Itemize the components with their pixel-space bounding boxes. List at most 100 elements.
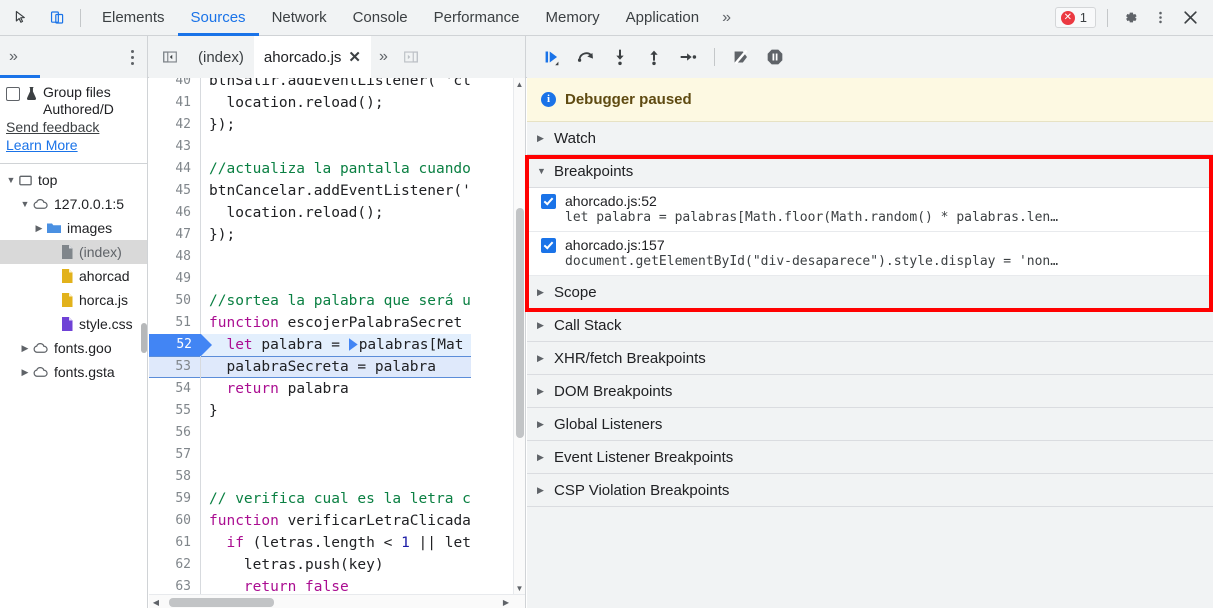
section-xhr-fetch-breakpoints[interactable]: ▶ XHR/fetch Breakpoints (527, 342, 1213, 375)
chevron-right-icon[interactable]: ▶ (537, 452, 546, 463)
inspect-element-icon[interactable] (6, 4, 36, 32)
chevron-right-icon[interactable]: ▶ (18, 343, 32, 354)
show-debugger-icon[interactable] (402, 48, 420, 66)
code-line[interactable]: 41 location.reload(); (149, 92, 471, 114)
line-number-gutter[interactable]: 57 (149, 444, 201, 466)
editor-vertical-scrollbar[interactable]: ▲ ▼ (513, 78, 525, 594)
step-into-icon[interactable] (605, 42, 635, 72)
code-line[interactable]: 54 return palabra (149, 378, 471, 400)
chevron-down-icon[interactable]: ▼ (18, 199, 32, 209)
code-line[interactable]: 55} (149, 400, 471, 422)
section-scope[interactable]: ▶ Scope (527, 276, 1213, 309)
breakpoint-item[interactable]: ahorcado.js:52 let palabra = palabras[Ma… (527, 188, 1213, 232)
chevron-right-icon[interactable]: ▶ (537, 353, 546, 364)
code-line[interactable]: 46 location.reload(); (149, 202, 471, 224)
code-line[interactable]: 50 //sortea la palabra que será u (149, 290, 471, 312)
tab-memory[interactable]: Memory (533, 0, 613, 36)
breakpoint-checkbox[interactable] (541, 193, 556, 209)
close-icon[interactable] (1175, 3, 1205, 33)
line-number-gutter[interactable]: 62 (149, 554, 201, 576)
vertical-scroll-thumb[interactable] (516, 208, 524, 438)
code-line[interactable]: 47}); (149, 224, 471, 246)
close-icon[interactable]: ✕ (348, 48, 361, 66)
tree-item-top[interactable]: ▼ top (0, 168, 147, 192)
code-line[interactable]: 60 function verificarLetraClicada (149, 510, 471, 532)
code-line[interactable]: 52 let palabra = palabras[Mat (149, 334, 471, 356)
send-feedback-link[interactable]: Send feedback (0, 118, 147, 136)
step-out-icon[interactable] (639, 42, 669, 72)
resume-icon[interactable] (537, 42, 567, 72)
chevron-right-icon[interactable]: ▶ (537, 287, 546, 298)
chevron-right-icon[interactable]: ▶ (537, 485, 546, 496)
tree-item-style-css[interactable]: style.css (0, 312, 147, 336)
section-global-listeners[interactable]: ▶ Global Listeners (527, 408, 1213, 441)
code-line[interactable]: 57 (149, 444, 471, 466)
line-number-gutter[interactable]: 55 (149, 400, 201, 422)
tree-item-index[interactable]: (index) (0, 240, 147, 264)
section-watch[interactable]: ▶ Watch (527, 122, 1213, 155)
learn-more-link[interactable]: Learn More (0, 136, 147, 154)
tab-performance[interactable]: Performance (421, 0, 533, 36)
file-tab-ahorcado-js[interactable]: ahorcado.js ✕ (253, 36, 371, 78)
line-number-gutter[interactable]: 41 (149, 92, 201, 114)
file-tabs-overflow-button[interactable]: » (371, 48, 396, 66)
code-line[interactable]: 61 if (letras.length < 1 || let (149, 532, 471, 554)
chevron-right-icon[interactable]: ▶ (537, 133, 546, 144)
line-number-gutter[interactable]: 43 (149, 136, 201, 158)
deactivate-breakpoints-icon[interactable] (726, 42, 756, 72)
line-number-gutter[interactable]: 51 (149, 312, 201, 334)
chevron-right-icon[interactable]: ▶ (537, 419, 546, 430)
line-number-gutter[interactable]: 54 (149, 378, 201, 400)
line-number-gutter[interactable]: 47 (149, 224, 201, 246)
section-breakpoints[interactable]: ▼ Breakpoints (527, 155, 1213, 188)
code-line[interactable]: 43 (149, 136, 471, 158)
line-number-gutter[interactable]: 40 (149, 78, 201, 92)
error-count-badge[interactable]: ✕ 1 (1054, 7, 1096, 28)
line-number-gutter[interactable]: 46 (149, 202, 201, 224)
code-line[interactable]: 51 function escojerPalabraSecret (149, 312, 471, 334)
tab-console[interactable]: Console (340, 0, 421, 36)
tab-elements[interactable]: Elements (89, 0, 178, 36)
scroll-up-icon[interactable]: ▲ (514, 78, 525, 90)
code-line[interactable]: 58 (149, 466, 471, 488)
section-csp-violation-breakpoints[interactable]: ▶ CSP Violation Breakpoints (527, 474, 1213, 507)
line-number-gutter[interactable]: 56 (149, 422, 201, 444)
tree-item-horca-js[interactable]: horca.js (0, 288, 147, 312)
tree-item-ahorcado-js[interactable]: ahorcad (0, 264, 147, 288)
scroll-down-icon[interactable]: ▼ (514, 582, 525, 594)
chevron-down-icon[interactable]: ▼ (4, 175, 18, 185)
code-line[interactable]: 59 // verifica cual es la letra c (149, 488, 471, 510)
breakpoint-item[interactable]: ahorcado.js:157 document.getElementById(… (527, 232, 1213, 276)
tree-item-fonts-gstatic[interactable]: ▶ fonts.gsta (0, 360, 147, 384)
line-number-gutter[interactable]: 61 (149, 532, 201, 554)
navigator-more-vertical-icon[interactable] (127, 46, 138, 69)
more-vertical-icon[interactable] (1145, 3, 1175, 33)
code-line[interactable]: 44 //actualiza la pantalla cuando (149, 158, 471, 180)
horizontal-scroll-thumb[interactable] (169, 598, 274, 607)
chevron-right-icon[interactable]: ▶ (537, 386, 546, 397)
code-line[interactable]: 42}); (149, 114, 471, 136)
code-viewport[interactable]: 40 btnSalir.addEventListener( 'cl 41 locat… (149, 78, 513, 594)
show-navigator-icon[interactable] (161, 48, 179, 66)
pause-on-exceptions-icon[interactable] (760, 42, 790, 72)
line-number-gutter[interactable]: 52 (149, 334, 212, 356)
line-number-gutter[interactable]: 60 (149, 510, 201, 532)
chevron-right-icon[interactable]: ▶ (537, 320, 546, 331)
code-line[interactable]: 45 btnCancelar.addEventListener(' (149, 180, 471, 202)
code-line[interactable]: 63 return false (149, 576, 471, 594)
code-line[interactable]: 40 btnSalir.addEventListener( 'cl (149, 78, 471, 92)
code-line[interactable]: 53 palabraSecreta = palabra (149, 356, 471, 378)
chevron-right-icon[interactable]: ▶ (18, 367, 32, 378)
scroll-left-icon[interactable]: ◀ (149, 595, 163, 608)
section-call-stack[interactable]: ▶ Call Stack (527, 309, 1213, 342)
tree-item-origin[interactable]: ▼ 127.0.0.1:5 (0, 192, 147, 216)
tab-network[interactable]: Network (259, 0, 340, 36)
line-number-gutter[interactable]: 63 (149, 576, 201, 594)
editor-horizontal-scrollbar[interactable]: ◀ ▶ (149, 594, 525, 608)
section-dom-breakpoints[interactable]: ▶ DOM Breakpoints (527, 375, 1213, 408)
line-number-gutter[interactable]: 49 (149, 268, 201, 290)
line-number-gutter[interactable]: 50 (149, 290, 201, 312)
line-number-gutter[interactable]: 53 (149, 356, 201, 378)
code-line[interactable]: 48 (149, 246, 471, 268)
file-tab-index[interactable]: (index) (188, 36, 254, 78)
